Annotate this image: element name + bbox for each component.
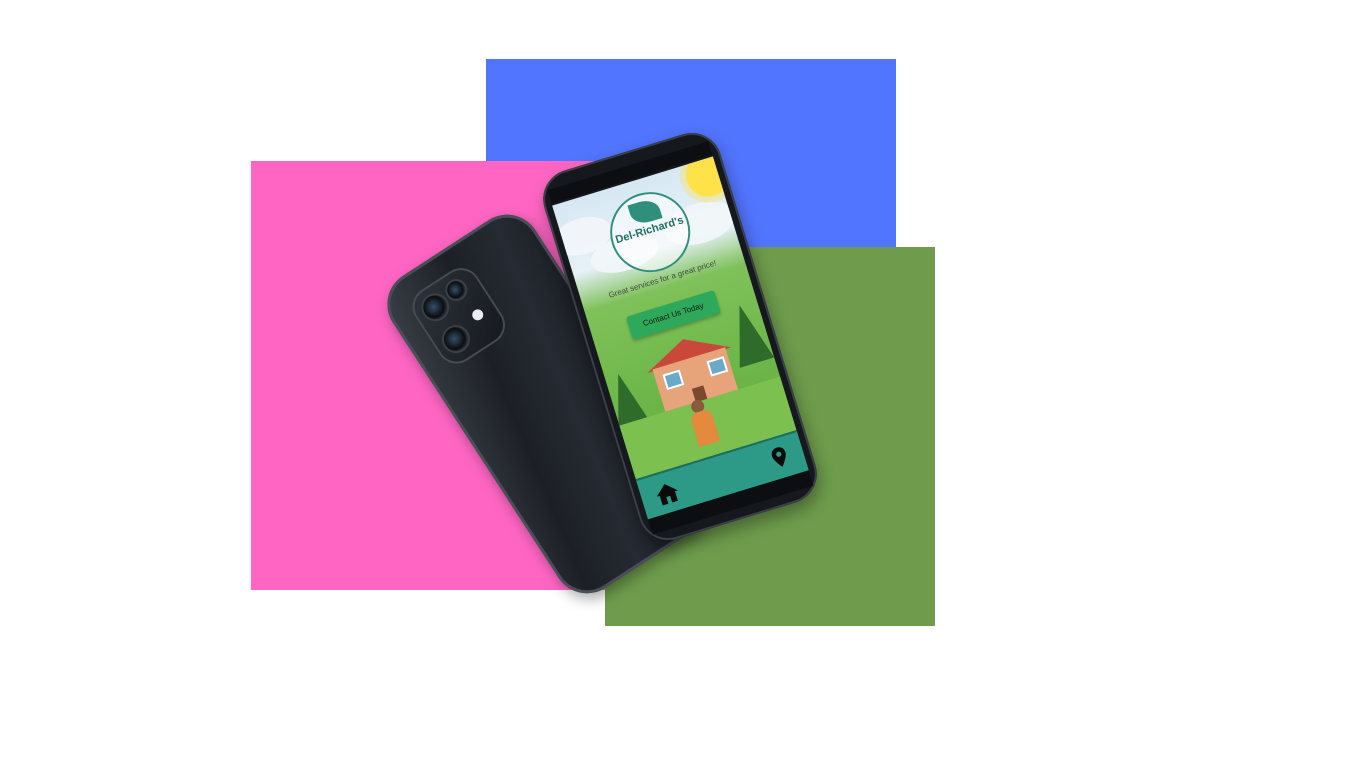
camera-lens-icon <box>418 290 452 324</box>
tree-decoration <box>722 299 775 368</box>
location-pin-icon[interactable] <box>769 444 791 470</box>
camera-lens-icon <box>439 322 473 356</box>
camera-module <box>404 260 513 372</box>
camera-lens-icon <box>443 277 469 303</box>
flash-icon <box>470 307 486 323</box>
home-icon[interactable] <box>653 480 682 508</box>
